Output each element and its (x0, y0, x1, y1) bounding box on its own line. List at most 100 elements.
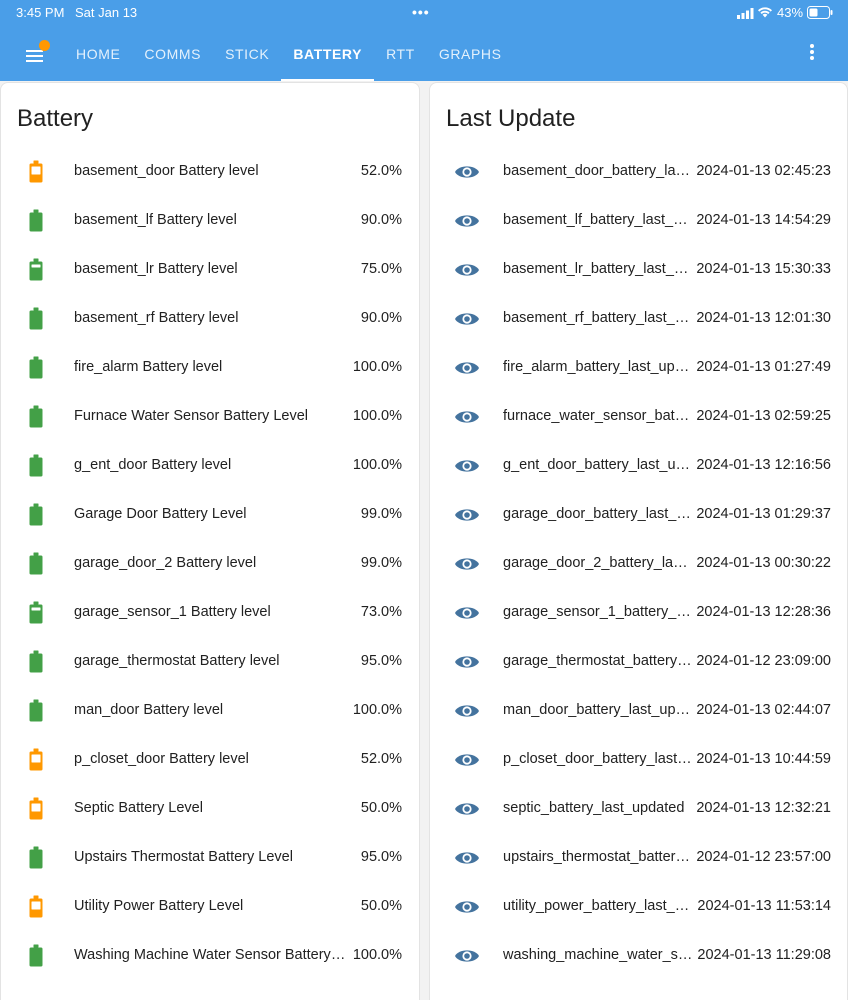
battery-level-value: 73.0% (360, 604, 402, 620)
battery-level-value: 52.0% (360, 751, 402, 767)
battery-sensor-name: garage_sensor_1 Battery level (74, 604, 271, 620)
last-update-sensor-name: basement_lf_battery_last_updated (503, 212, 693, 228)
last-update-timestamp: 2024-01-12 23:57:00 (696, 849, 831, 865)
last-update-sensor-name: upstairs_thermostat_battery_last_updated (503, 849, 693, 865)
tab-home[interactable]: HOME (64, 26, 132, 81)
tab-rtt[interactable]: RTT (374, 26, 427, 81)
battery-row[interactable]: p_closet_door Battery level 52.0% (1, 736, 419, 785)
eye-icon (454, 700, 480, 722)
tab-battery[interactable]: BATTERY (281, 26, 374, 81)
last-update-row[interactable]: garage_door_2_battery_last_updated2024-0… (430, 540, 847, 589)
last-update-timestamp: 2024-01-13 00:30:22 (696, 555, 831, 571)
tab-comms[interactable]: COMMS (132, 26, 213, 81)
battery-row[interactable]: fire_alarm Battery level 100.0% (1, 344, 419, 393)
last-update-row[interactable]: garage_door_battery_last_updated2024-01-… (430, 491, 847, 540)
battery-row[interactable]: basement_door Battery level 52.0% (1, 148, 419, 197)
last-update-card-title: Last Update (446, 105, 576, 132)
last-update-row[interactable]: garage_thermostat_battery_last_updated20… (430, 638, 847, 687)
last-update-timestamp: 2024-01-13 01:27:49 (696, 359, 831, 375)
last-update-timestamp: 2024-01-13 14:54:29 (696, 212, 831, 228)
battery-level-value: 90.0% (360, 212, 402, 228)
status-time: 3:45 PM (16, 5, 65, 20)
last-update-row[interactable]: p_closet_door_battery_last_updated2024-0… (430, 736, 847, 785)
last-update-row[interactable]: utility_power_battery_last_updated2024-0… (430, 883, 847, 932)
last-update-row[interactable]: fire_alarm_battery_last_updated 2024-01-1… (430, 344, 847, 393)
last-update-sensor-name: basement_lr_battery_last_updated (503, 261, 693, 277)
battery-row[interactable]: Furnace Water Sensor Battery Level 100.0% (1, 393, 419, 442)
tab-graphs[interactable]: GRAPHS (427, 26, 514, 81)
eye-icon (454, 504, 480, 526)
last-update-timestamp: 2024-01-13 12:01:30 (696, 310, 831, 326)
status-battery-percent: 43% (777, 5, 804, 20)
last-update-row[interactable]: g_ent_door_battery_last_updated2024-01-1… (430, 442, 847, 491)
last-update-row[interactable]: basement_rf_battery_last_updated2024-01-… (430, 295, 847, 344)
last-update-sensor-name: p_closet_door_battery_last_updated (503, 751, 693, 767)
battery-icon (27, 258, 47, 282)
battery-sensor-name: Septic Battery Level (74, 800, 203, 816)
eye-icon (454, 602, 480, 624)
battery-row[interactable]: Washing Machine Water Sensor Battery Lev… (1, 932, 419, 981)
eye-icon (454, 455, 480, 477)
battery-sensor-name: basement_rf Battery level (74, 310, 239, 326)
battery-row[interactable]: g_ent_door Battery level 100.0% (1, 442, 419, 491)
last-update-row[interactable]: septic_battery_last_updated 2024-01-13 12… (430, 785, 847, 834)
battery-row[interactable]: basement_lr Battery level 75.0% (1, 246, 419, 295)
last-update-timestamp: 2024-01-13 01:29:37 (696, 506, 831, 522)
battery-card-title: Battery (17, 105, 94, 132)
last-update-sensor-name: septic_battery_last_updated (503, 800, 685, 816)
battery-row[interactable]: Upstairs Thermostat Battery Level 95.0% (1, 834, 419, 883)
last-update-sensor-name: man_door_battery_last_updated (503, 702, 693, 718)
battery-sensor-name: Furnace Water Sensor Battery Level (74, 408, 308, 424)
last-update-row[interactable]: upstairs_thermostat_battery_last_updated… (430, 834, 847, 883)
tab-stick[interactable]: STICK (213, 26, 281, 81)
menu-button[interactable] (24, 40, 52, 66)
battery-row[interactable]: Garage Door Battery Level 99.0% (1, 491, 419, 540)
battery-row[interactable]: basement_rf Battery level 90.0% (1, 295, 419, 344)
battery-sensor-name: garage_door_2 Battery level (74, 555, 257, 571)
eye-icon (454, 210, 480, 232)
last-update-row[interactable]: furnace_water_sensor_battery_last_update… (430, 393, 847, 442)
battery-sensor-name: basement_lr Battery level (74, 261, 238, 277)
eye-icon (454, 945, 480, 967)
battery-icon (27, 797, 47, 821)
last-update-row[interactable]: basement_lr_battery_last_updated2024-01-… (430, 246, 847, 295)
tab-bar: HOME COMMS STICK BATTERY RTT GRAPHS (64, 26, 514, 81)
battery-row[interactable]: man_door Battery level 100.0% (1, 687, 419, 736)
battery-row[interactable]: Utility Power Battery Level 50.0% (1, 883, 419, 932)
battery-sensor-name: Washing Machine Water Sensor Battery Lev… (74, 947, 349, 963)
battery-row[interactable]: garage_thermostat Battery level 95.0% (1, 638, 419, 687)
eye-icon (454, 161, 480, 183)
battery-level-value: 100.0% (352, 457, 402, 473)
last-update-sensor-name: furnace_water_sensor_battery_last_update… (503, 408, 693, 424)
battery-level-value: 100.0% (352, 947, 402, 963)
battery-icon (27, 552, 47, 576)
last-update-timestamp: 2024-01-13 11:29:08 (697, 947, 831, 963)
battery-level-value: 95.0% (360, 849, 402, 865)
more-vert-icon (810, 44, 814, 60)
last-update-row[interactable]: garage_sensor_1_battery_last_updated2024… (430, 589, 847, 638)
battery-row[interactable]: garage_door_2 Battery level 99.0% (1, 540, 419, 589)
battery-row[interactable]: basement_lf Battery level 90.0% (1, 197, 419, 246)
eye-icon (454, 406, 480, 428)
battery-level-value: 100.0% (352, 359, 402, 375)
eye-icon (454, 259, 480, 281)
battery-row[interactable]: garage_sensor_1 Battery level 73.0% (1, 589, 419, 638)
battery-icon (27, 944, 47, 968)
last-update-sensor-name: basement_rf_battery_last_updated (503, 310, 693, 326)
last-update-row[interactable]: man_door_battery_last_updated 2024-01-13 … (430, 687, 847, 736)
last-update-row[interactable]: basement_door_battery_last_updated2024-0… (430, 148, 847, 197)
multitasking-dots-icon[interactable]: ••• (412, 4, 430, 20)
overflow-menu-button[interactable] (800, 43, 824, 65)
battery-icon (27, 454, 47, 478)
battery-row[interactable]: Septic Battery Level 50.0% (1, 785, 419, 834)
battery-icon (27, 846, 47, 870)
battery-sensor-name: basement_lf Battery level (74, 212, 237, 228)
battery-sensor-name: Garage Door Battery Level (74, 506, 247, 522)
battery-sensor-name: p_closet_door Battery level (74, 751, 249, 767)
battery-level-value: 99.0% (360, 506, 402, 522)
last-update-sensor-name: utility_power_battery_last_updated (503, 898, 693, 914)
eye-icon (454, 651, 480, 673)
last-update-row[interactable]: washing_machine_water_sensor_battery_las… (430, 932, 847, 981)
cellular-signal-icon (737, 7, 754, 22)
last-update-row[interactable]: basement_lf_battery_last_updated2024-01-… (430, 197, 847, 246)
